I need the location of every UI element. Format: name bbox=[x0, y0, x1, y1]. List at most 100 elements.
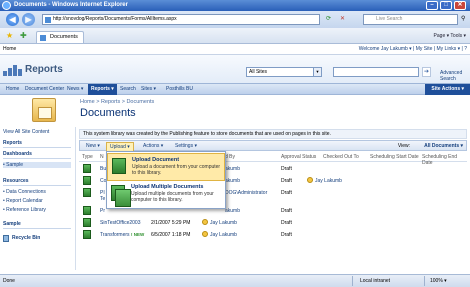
site-search-button[interactable]: ➔ bbox=[422, 67, 431, 77]
row-name[interactable]: Pr bbox=[100, 208, 105, 214]
table-row[interactable]: Transformers ! NEW 6/5/2007 1:18 PM Jay … bbox=[79, 229, 467, 241]
row-name-line2: Te bbox=[100, 196, 106, 202]
status-text: Done bbox=[3, 278, 15, 284]
command-bar[interactable]: Page ▾ Tools ▾ bbox=[434, 31, 466, 42]
nav-sites[interactable]: Sites ▾ bbox=[138, 84, 159, 95]
stop-icon[interactable]: ✕ bbox=[340, 15, 345, 22]
maximize-button[interactable]: □ bbox=[440, 1, 452, 10]
quick-launch-dashboards[interactable]: Dashboards bbox=[3, 151, 71, 159]
nav-search[interactable]: Search bbox=[117, 84, 139, 95]
presence-icon bbox=[202, 231, 208, 237]
recycle-bin-link[interactable]: Recycle Bin bbox=[3, 235, 71, 242]
site-actions-button[interactable]: Site Actions ▾ bbox=[425, 84, 470, 95]
site-search-input[interactable] bbox=[333, 67, 419, 77]
page-icon bbox=[45, 17, 51, 23]
actions-menu[interactable]: Actions ▾ bbox=[140, 142, 166, 150]
row-name[interactable]: SinTestOffice2003 bbox=[100, 220, 141, 226]
tab-label: Documents bbox=[50, 34, 78, 40]
recycle-bin-icon bbox=[3, 235, 9, 242]
zoom-level[interactable]: 100% ▾ bbox=[430, 275, 447, 287]
row-status: Draft bbox=[281, 220, 292, 226]
refresh-icon[interactable]: ⟳ bbox=[326, 15, 331, 22]
table-row[interactable]: SinTestOffice2003 2/1/2007 5:29 PM Jay L… bbox=[79, 217, 467, 229]
row-status: Draft bbox=[281, 166, 292, 172]
column-scheduling-start[interactable]: Scheduling Start Date bbox=[370, 154, 419, 160]
status-separator bbox=[424, 276, 425, 286]
status-bar: Done Local intranet 100% ▾ bbox=[0, 274, 470, 287]
row-status: Draft bbox=[281, 232, 292, 238]
recycle-bin-label: Recycle Bin bbox=[12, 235, 41, 241]
row-checked-out-to[interactable]: Jay Lakumb bbox=[315, 178, 342, 184]
nav-news[interactable]: News ▾ bbox=[64, 84, 86, 95]
column-modified-by[interactable]: d By bbox=[225, 154, 235, 160]
quick-launch-reference-library[interactable]: • Reference Library bbox=[3, 207, 71, 213]
row-name[interactable]: Transformers bbox=[100, 232, 130, 238]
breadcrumb[interactable]: Home > Reports > Documents bbox=[80, 99, 154, 105]
home-link[interactable]: Home bbox=[3, 46, 16, 52]
upload-multiple-icon bbox=[111, 185, 131, 207]
address-bar: ◀ ▶ http://snovdog/Reports/Documents/For… bbox=[0, 11, 470, 28]
security-zone[interactable]: Local intranet bbox=[360, 275, 390, 287]
document-library-icon bbox=[32, 98, 56, 122]
add-favorites-icon[interactable]: ✚ bbox=[20, 31, 27, 40]
nav-reports[interactable]: Reports ▾ bbox=[88, 84, 117, 95]
live-search-field[interactable]: Live Search bbox=[363, 14, 458, 25]
row-modified-by[interactable]: akumb bbox=[225, 178, 240, 184]
view-selector[interactable]: All Documents ▾ bbox=[424, 142, 463, 150]
quick-launch-resources[interactable]: Resources bbox=[3, 178, 71, 186]
live-search-placeholder: Live Search bbox=[376, 16, 403, 22]
row-modified-by[interactable]: Jay Lakumb bbox=[210, 232, 237, 238]
row-modified-by[interactable]: Jay Lakumb bbox=[210, 220, 237, 226]
row-modified-by[interactable]: akumb bbox=[225, 208, 240, 214]
page-title-area: Home > Reports > Documents Documents bbox=[0, 95, 470, 127]
nav-posthills[interactable]: Posthills BU bbox=[163, 84, 196, 95]
url-field[interactable]: http://snovdog/Reports/Documents/Forms/A… bbox=[42, 14, 320, 25]
document-icon bbox=[83, 230, 91, 239]
presence-icon bbox=[202, 219, 208, 225]
column-checked-out-to[interactable]: Checked Out To bbox=[323, 154, 359, 160]
quick-launch: View All Site Content Reports Dashboards… bbox=[0, 127, 76, 270]
advanced-search-link[interactable]: Advanced Search bbox=[440, 70, 470, 82]
presence-icon bbox=[307, 177, 313, 183]
view-label: View: bbox=[397, 143, 410, 149]
quick-launch-report-calendar[interactable]: • Report Calendar bbox=[3, 198, 71, 204]
upload-multiple-item[interactable]: Upload Multiple Documents Upload multipl… bbox=[107, 181, 225, 209]
row-modified-by[interactable]: DOG\Administrator bbox=[225, 190, 267, 196]
new-menu[interactable]: New ▾ bbox=[83, 142, 103, 150]
browser-window: Documents - Windows Internet Explorer – … bbox=[0, 0, 470, 287]
search-scope-select[interactable]: All Sites ▼ bbox=[246, 67, 322, 77]
quick-launch-sample[interactable]: Sample bbox=[3, 221, 71, 229]
site-name[interactable]: Reports bbox=[25, 64, 63, 75]
column-approval-status[interactable]: Approval Status bbox=[281, 154, 316, 160]
page-title: Documents bbox=[80, 107, 136, 119]
nav-home[interactable]: Home bbox=[3, 84, 22, 95]
back-button[interactable]: ◀ bbox=[6, 13, 19, 26]
column-name[interactable]: N bbox=[100, 154, 104, 160]
tab-documents[interactable]: Documents bbox=[36, 31, 84, 43]
minimize-button[interactable]: – bbox=[426, 1, 438, 10]
quick-launch-sample-dashboard[interactable]: • Sample bbox=[3, 162, 71, 168]
view-all-content-link[interactable]: View All Site Content bbox=[3, 129, 71, 135]
sharepoint-top-bar: Home Welcome Jay Lakumb ▾ | My Site | My… bbox=[0, 44, 470, 55]
quick-launch-reports[interactable]: Reports bbox=[3, 140, 71, 148]
chevron-down-icon: ▼ bbox=[313, 68, 321, 76]
search-icon[interactable]: ⚲ bbox=[461, 15, 465, 22]
column-type[interactable]: Type bbox=[82, 154, 93, 160]
new-badge: ! NEW bbox=[131, 232, 145, 237]
upload-document-item[interactable]: Upload Document Upload a document from y… bbox=[107, 153, 225, 181]
quick-launch-data-connections[interactable]: • Data Connections bbox=[3, 189, 71, 195]
favorites-star-icon[interactable]: ★ bbox=[6, 31, 13, 40]
ie-logo-icon bbox=[2, 1, 11, 10]
nav-document-center[interactable]: Document Center bbox=[22, 84, 67, 95]
document-icon bbox=[83, 176, 91, 185]
close-button[interactable]: ✕ bbox=[454, 1, 466, 10]
url-text: http://snovdog/Reports/Documents/Forms/A… bbox=[53, 16, 177, 22]
list-toolbar: New ▾ Upload ▾ Actions ▾ Settings ▾ View… bbox=[79, 140, 467, 152]
document-icon bbox=[83, 206, 91, 215]
forward-button[interactable]: ▶ bbox=[22, 13, 35, 26]
global-navigation: Home Document Center News ▾ Reports ▾ Se… bbox=[0, 83, 470, 95]
welcome-links[interactable]: Welcome Jay Lakumb ▾ | My Site | My Link… bbox=[359, 44, 467, 55]
settings-menu[interactable]: Settings ▾ bbox=[172, 142, 200, 150]
row-modified-by[interactable]: akumb bbox=[225, 166, 240, 172]
document-icon bbox=[83, 218, 91, 227]
